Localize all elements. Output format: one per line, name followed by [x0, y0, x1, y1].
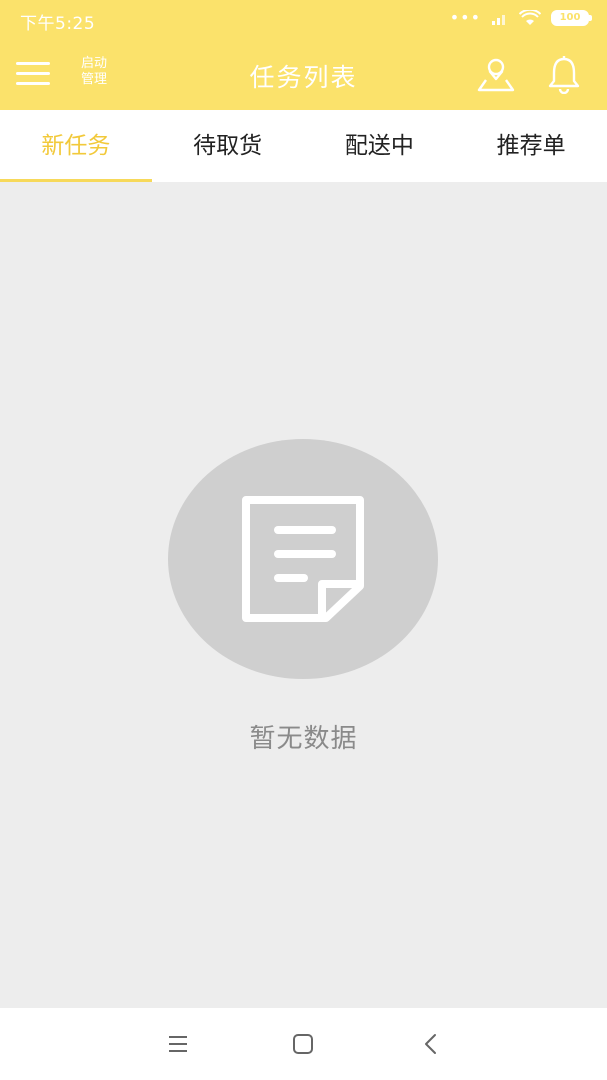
location-person-icon[interactable]: [475, 54, 517, 94]
square-home-icon[interactable]: [285, 1026, 321, 1062]
tab-bar: 新任务 待取货 配送中 推荐单: [0, 110, 607, 182]
tab-new-tasks[interactable]: 新任务: [0, 110, 152, 182]
battery-icon: 100: [551, 10, 592, 26]
signal-dots-icon: •••: [449, 8, 481, 27]
back-chevron-icon[interactable]: [413, 1026, 449, 1062]
tab-delivering[interactable]: 配送中: [304, 110, 456, 182]
empty-state-message: 暂无数据: [249, 724, 358, 754]
tab-recommended[interactable]: 推荐单: [455, 110, 607, 182]
bell-icon[interactable]: [545, 54, 583, 94]
status-icons: ••• 100: [449, 8, 592, 28]
wifi-icon: [519, 10, 541, 25]
app-bar: 启动 管理 任务列表: [0, 36, 607, 110]
task-list-content: 暂无数据: [0, 182, 607, 1008]
tab-awaiting-pickup[interactable]: 待取货: [152, 110, 304, 182]
menu-lines-icon[interactable]: [160, 1026, 196, 1062]
system-nav-bar: [0, 1008, 607, 1080]
signal-icon: [492, 15, 505, 25]
status-time: 下午5:25: [20, 14, 96, 34]
status-bar: 下午5:25 ••• 100: [0, 0, 607, 36]
top-bar: 下午5:25 ••• 100 启动 管理 任务列表: [0, 0, 607, 110]
document-icon: [242, 496, 364, 622]
empty-state-circle: [168, 439, 438, 679]
